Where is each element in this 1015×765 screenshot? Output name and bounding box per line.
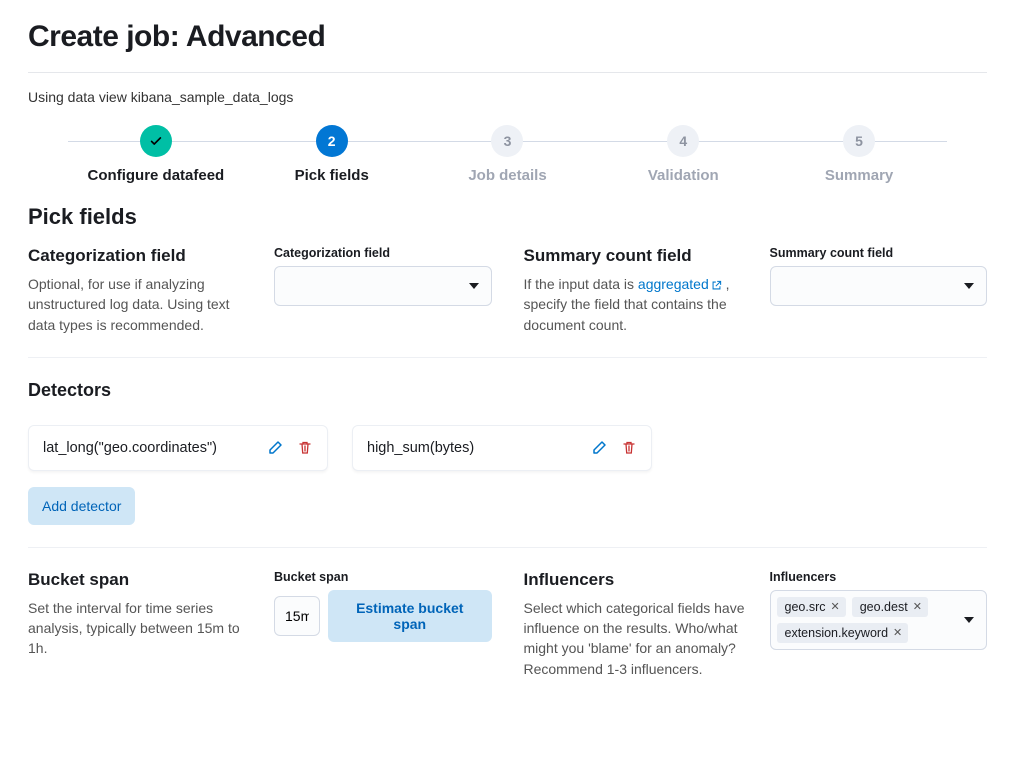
section-divider-2 — [28, 547, 987, 548]
detector-text: high_sum(bytes) — [367, 440, 474, 456]
summary-count-title: Summary count field — [524, 246, 750, 266]
step-circle: 5 — [843, 125, 875, 157]
edit-detector-button[interactable] — [591, 440, 607, 456]
step-circle: 2 — [316, 125, 348, 157]
detectors-list: lat_long("geo.coordinates") high_sum(byte… — [28, 425, 987, 471]
dataview-text: Using data view kibana_sample_data_logs — [28, 89, 987, 105]
bucket-influencers-row: Bucket span Set the interval for time se… — [28, 570, 987, 679]
detector-text: lat_long("geo.coordinates") — [43, 440, 217, 456]
check-icon — [149, 134, 163, 148]
remove-influencer-button[interactable]: ✕ — [831, 600, 840, 613]
influencers-title: Influencers — [524, 570, 750, 590]
chevron-down-icon — [964, 617, 974, 623]
delete-detector-button[interactable] — [297, 440, 313, 456]
summary-count-label: Summary count field — [770, 246, 988, 260]
summary-count-desc: If the input data is aggregated , specif… — [524, 274, 750, 335]
aggregated-link[interactable]: aggregated — [638, 276, 722, 292]
summary-count-select[interactable] — [770, 266, 988, 306]
remove-influencer-button[interactable]: ✕ — [893, 626, 902, 639]
step-label: Summary — [825, 167, 893, 184]
step-validation[interactable]: 4 Validation — [595, 125, 771, 184]
bucket-span-label: Bucket span — [274, 570, 492, 584]
categorization-title: Categorization field — [28, 246, 254, 266]
step-label: Validation — [648, 167, 719, 184]
influencer-pill: extension.keyword ✕ — [777, 623, 909, 643]
step-job-details[interactable]: 3 Job details — [420, 125, 596, 184]
trash-icon — [621, 440, 637, 456]
influencers-column: Influencers Select which categorical fie… — [524, 570, 988, 679]
page-title: Create job: Advanced — [28, 20, 987, 54]
aggregated-link-text: aggregated — [638, 276, 709, 292]
categorization-select[interactable] — [274, 266, 492, 306]
external-link-icon — [709, 276, 722, 292]
bucket-span-input[interactable] — [274, 596, 320, 636]
bucket-span-column: Bucket span Set the interval for time se… — [28, 570, 492, 679]
estimate-bucket-span-button[interactable]: Estimate bucket span — [328, 590, 492, 642]
add-detector-button[interactable]: Add detector — [28, 487, 135, 525]
step-label: Job details — [468, 167, 546, 184]
step-circle: 3 — [491, 125, 523, 157]
edit-detector-button[interactable] — [267, 440, 283, 456]
section-title: Pick fields — [28, 204, 987, 230]
summary-count-column: Summary count field If the input data is… — [524, 246, 988, 335]
influencers-select[interactable]: geo.src ✕ geo.dest ✕ extension.keyword ✕ — [770, 590, 988, 650]
step-label: Configure datafeed — [88, 167, 225, 184]
influencer-pill: geo.dest ✕ — [852, 597, 928, 617]
categorization-label: Categorization field — [274, 246, 492, 260]
bucket-span-title: Bucket span — [28, 570, 254, 590]
influencer-pill-label: geo.dest — [860, 600, 908, 614]
chevron-down-icon — [964, 283, 974, 289]
delete-detector-button[interactable] — [621, 440, 637, 456]
step-summary[interactable]: 5 Summary — [771, 125, 947, 184]
detector-card: lat_long("geo.coordinates") — [28, 425, 328, 471]
categorization-column: Categorization field Optional, for use i… — [28, 246, 492, 335]
influencers-desc: Select which categorical fields have inf… — [524, 598, 750, 679]
step-circle — [140, 125, 172, 157]
remove-influencer-button[interactable]: ✕ — [913, 600, 922, 613]
step-label: Pick fields — [295, 167, 369, 184]
pencil-icon — [267, 440, 283, 456]
field-config-row: Categorization field Optional, for use i… — [28, 246, 987, 335]
influencers-label: Influencers — [770, 570, 988, 584]
influencer-pill-label: geo.src — [785, 600, 826, 614]
influencer-pill: geo.src ✕ — [777, 597, 846, 617]
chevron-down-icon — [469, 283, 479, 289]
trash-icon — [297, 440, 313, 456]
influencer-pill-label: extension.keyword — [785, 626, 889, 640]
detector-card: high_sum(bytes) — [352, 425, 652, 471]
step-configure-datafeed[interactable]: Configure datafeed — [68, 125, 244, 184]
categorization-desc: Optional, for use if analyzing unstructu… — [28, 274, 254, 335]
pencil-icon — [591, 440, 607, 456]
detectors-title: Detectors — [28, 380, 987, 401]
title-divider — [28, 72, 987, 73]
sum-desc-pre: If the input data is — [524, 276, 638, 292]
wizard-stepper: Configure datafeed 2 Pick fields 3 Job detai… — [68, 125, 947, 184]
section-divider-1 — [28, 357, 987, 358]
bucket-span-desc: Set the interval for time series analysi… — [28, 598, 254, 659]
step-circle: 4 — [667, 125, 699, 157]
step-pick-fields[interactable]: 2 Pick fields — [244, 125, 420, 184]
